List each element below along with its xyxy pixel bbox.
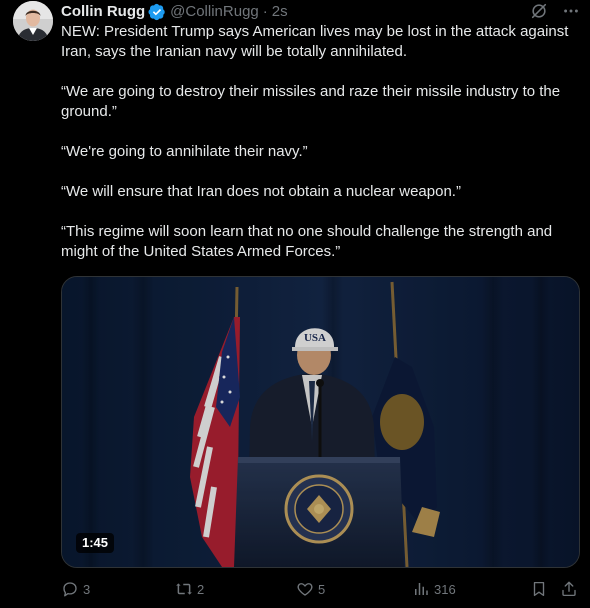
like-count: 5 (318, 581, 326, 597)
verified-badge-icon (148, 3, 165, 21)
share-icon (562, 581, 576, 597)
tweet-header: Collin Rugg @CollinRugg · 2s (61, 2, 580, 22)
like-button[interactable]: 5 (296, 578, 325, 600)
tweet-text: NEW: President Trump says American lives… (61, 22, 583, 282)
reply-count: 3 (83, 581, 91, 597)
tweet: Collin Rugg @CollinRugg · 2s NEW: Presid… (0, 0, 590, 608)
views-icon (415, 583, 428, 595)
views-button[interactable]: 316 (412, 578, 456, 600)
video-thumbnail: USA (62, 277, 579, 567)
more-icon[interactable] (562, 2, 580, 20)
reply-icon (63, 582, 77, 597)
avatar[interactable] (13, 1, 53, 41)
timestamp[interactable]: 2s (272, 2, 288, 22)
tweet-paragraph: “We will ensure that Iran does not obtai… (61, 183, 461, 200)
share-button[interactable] (560, 578, 578, 600)
separator-dot: · (262, 3, 268, 20)
tweet-paragraph: “This regime will soon learn that no one… (61, 223, 553, 260)
reply-button[interactable]: 3 (61, 578, 90, 600)
header-actions (530, 2, 580, 20)
action-bar: 3 2 5 316 (61, 578, 579, 600)
video-player[interactable]: USA 1:45 (61, 276, 580, 568)
grok-icon[interactable] (530, 2, 548, 20)
repost-icon (176, 583, 192, 595)
repost-button[interactable]: 2 (175, 578, 204, 600)
like-icon (297, 583, 313, 596)
repost-count: 2 (197, 581, 205, 597)
tweet-paragraph: “We're going to annihilate their navy.” (61, 143, 308, 160)
bookmark-button[interactable] (530, 578, 548, 600)
display-name[interactable]: Collin Rugg (61, 2, 145, 22)
video-duration: 1:45 (76, 533, 115, 553)
avatar-image (13, 1, 53, 41)
handle[interactable]: @CollinRugg (170, 2, 259, 22)
view-count: 316 (434, 581, 456, 597)
tweet-paragraph: “We are going to destroy their missiles … (61, 83, 561, 120)
bookmark-icon (533, 581, 545, 597)
tweet-paragraph: NEW: President Trump says American lives… (61, 23, 569, 60)
